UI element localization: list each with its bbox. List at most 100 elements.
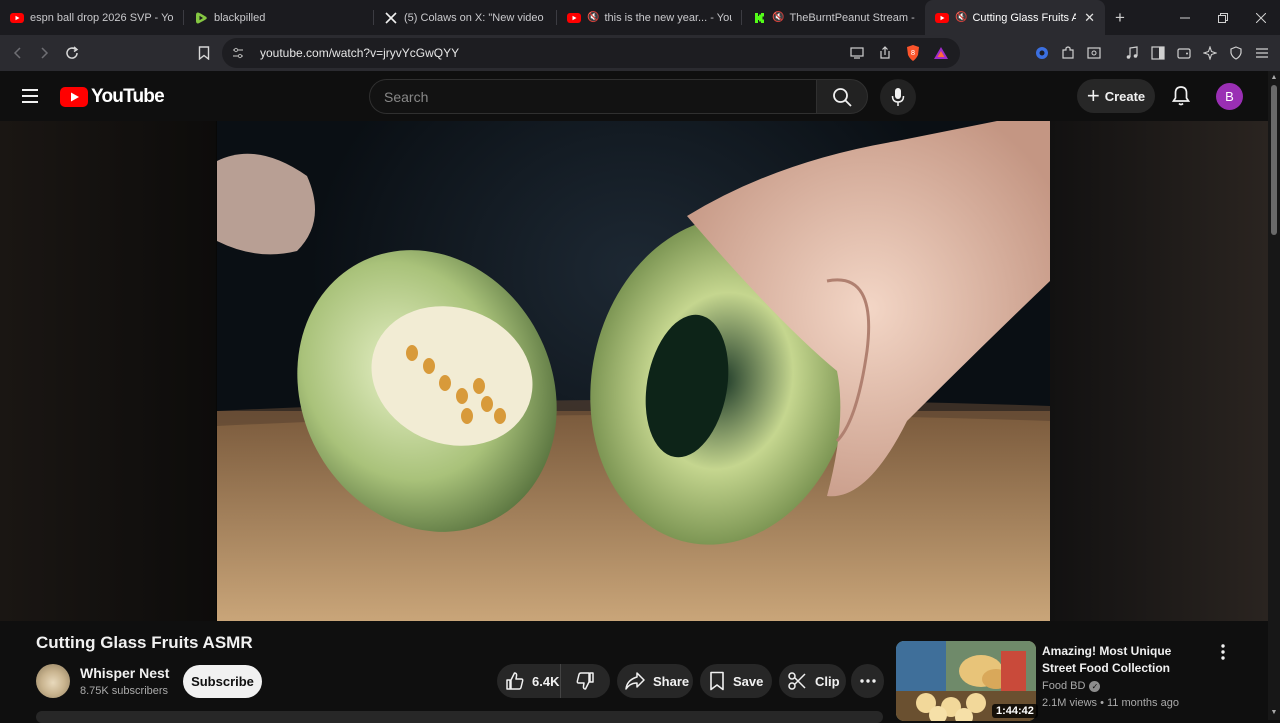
recommended-title[interactable]: Amazing! Most Unique Street Food Collect… [1042, 643, 1207, 677]
back-button[interactable] [5, 40, 31, 66]
subscribe-button[interactable]: Subscribe [183, 665, 262, 698]
forward-button[interactable] [31, 40, 57, 66]
browser-tab[interactable]: 🔇 TheBurntPeanut Stream - W [742, 0, 925, 35]
sidebar-icon[interactable] [1146, 40, 1170, 66]
tab-title: Cutting Glass Fruits ASM [972, 11, 1077, 24]
window-controls [1166, 0, 1280, 35]
search-icon [833, 87, 852, 107]
reload-button[interactable] [59, 40, 85, 66]
brave-shields-icon[interactable]: 8 [902, 42, 924, 64]
toolbar-right [1030, 40, 1274, 66]
create-button[interactable]: + Create [1077, 79, 1155, 113]
youtube-icon [10, 11, 24, 25]
screenshot-icon[interactable] [1082, 40, 1106, 66]
channel-name[interactable]: Whisper Nest [80, 665, 169, 681]
voice-search-button[interactable] [880, 79, 916, 115]
youtube-logo-icon [60, 87, 88, 107]
like-button[interactable]: 6.4K [497, 664, 561, 698]
scroll-down-arrow[interactable]: ▼ [1270, 709, 1278, 717]
account-avatar[interactable]: B [1216, 83, 1243, 110]
subscriber-count: 8.75K subscribers [80, 685, 169, 697]
youtube-icon [567, 11, 581, 25]
video-frame [217, 121, 1050, 621]
video-duration: 1:44:42 [992, 704, 1038, 718]
cast-icon[interactable] [846, 42, 868, 64]
leo-ai-icon[interactable] [1198, 40, 1222, 66]
muted-speaker-icon[interactable]: 🔇 [587, 12, 599, 23]
page-scrollbar[interactable]: ▲ ▼ [1268, 71, 1280, 720]
share-label: Share [653, 673, 690, 689]
search-placeholder: Search [384, 88, 429, 105]
url-text: youtube.com/watch?v=jryvYcGwQYY [260, 46, 460, 60]
browser-toolbar: youtube.com/watch?v=jryvYcGwQYY 8 [0, 35, 1280, 71]
recommended-menu-icon[interactable] [1214, 642, 1232, 662]
more-actions-button[interactable] [851, 664, 884, 698]
scrollbar-thumb[interactable] [1271, 85, 1277, 235]
description-box[interactable] [36, 711, 883, 723]
address-bar[interactable]: youtube.com/watch?v=jryvYcGwQYY 8 [222, 38, 960, 68]
like-dislike-group: 6.4K [497, 664, 610, 698]
vpn-icon[interactable] [1030, 40, 1054, 66]
search-input[interactable]: Search [369, 79, 817, 114]
muted-speaker-icon[interactable]: 🔇 [772, 12, 784, 23]
kick-icon [752, 11, 766, 25]
extensions-icon[interactable] [1056, 40, 1080, 66]
share-icon [625, 672, 645, 690]
browser-tab[interactable]: espn ball drop 2026 SVP - YouTu [0, 0, 184, 35]
close-tab-icon[interactable]: ✕ [1076, 10, 1095, 26]
like-count: 6.4K [532, 673, 560, 689]
youtube-masthead: YouTube Search + Create B [0, 71, 1268, 121]
notifications-button[interactable] [1168, 83, 1194, 109]
new-tab-button[interactable]: + [1105, 0, 1135, 35]
wallet-icon[interactable] [1172, 40, 1196, 66]
muted-speaker-icon[interactable]: 🔇 [955, 12, 967, 23]
recommended-meta: 2.1M views • 11 months ago [1042, 697, 1179, 709]
youtube-icon [935, 11, 949, 25]
brave-rewards-icon[interactable] [930, 42, 952, 64]
recommended-channel[interactable]: Food BD ✓ [1042, 680, 1101, 692]
tab-title: blackpilled [214, 11, 266, 24]
browser-tab-active[interactable]: 🔇 Cutting Glass Fruits ASM ✕ [925, 0, 1105, 35]
microphone-icon [891, 88, 905, 106]
save-bookmark-icon [710, 671, 724, 691]
close-window-button[interactable] [1242, 0, 1280, 35]
dislike-button[interactable] [561, 664, 609, 698]
thumbs-up-icon [506, 672, 524, 690]
restore-button[interactable] [1204, 0, 1242, 35]
browser-tab[interactable]: (5) Colaws on X: "New video on [374, 0, 557, 35]
share-button[interactable]: Share [617, 664, 693, 698]
menu-icon[interactable] [1250, 40, 1274, 66]
scissors-icon [788, 672, 806, 690]
search-button[interactable] [816, 79, 868, 114]
verified-check-icon: ✓ [1089, 680, 1101, 692]
browser-tab[interactable]: blackpilled [184, 0, 374, 35]
browser-tab[interactable]: 🔇 this is the new year... - YouTu [557, 0, 742, 35]
vpn-shield-icon[interactable] [1224, 40, 1248, 66]
share-page-icon[interactable] [874, 42, 896, 64]
youtube-logo[interactable]: YouTube [60, 86, 165, 108]
bookmark-icon[interactable] [191, 40, 217, 66]
site-info-icon[interactable] [232, 47, 246, 59]
video-title: Cutting Glass Fruits ASMR [36, 633, 253, 652]
guide-menu-icon[interactable] [18, 84, 42, 108]
thumbs-down-icon [576, 672, 594, 690]
clip-label: Clip [815, 673, 840, 689]
browser-tab-strip: espn ball drop 2026 SVP - YouTu blackpil… [0, 0, 1280, 35]
create-label: Create [1104, 88, 1146, 104]
rumble-icon [194, 11, 208, 25]
clip-button[interactable]: Clip [779, 664, 846, 698]
logo-text: YouTube [91, 86, 165, 107]
tab-title: this is the new year... - YouTu [604, 11, 732, 24]
x-icon [384, 11, 398, 25]
minimize-button[interactable] [1166, 0, 1204, 35]
scroll-up-arrow[interactable]: ▲ [1270, 74, 1278, 82]
media-icon[interactable] [1120, 40, 1144, 66]
tab-title: (5) Colaws on X: "New video on [404, 11, 547, 24]
tab-title: TheBurntPeanut Stream - W [789, 11, 915, 24]
channel-avatar[interactable] [36, 664, 70, 698]
recommended-channel-name: Food BD [1042, 680, 1086, 692]
save-button[interactable]: Save [700, 664, 772, 698]
video-player[interactable] [217, 121, 1050, 621]
shields-count: 8 [911, 49, 915, 57]
